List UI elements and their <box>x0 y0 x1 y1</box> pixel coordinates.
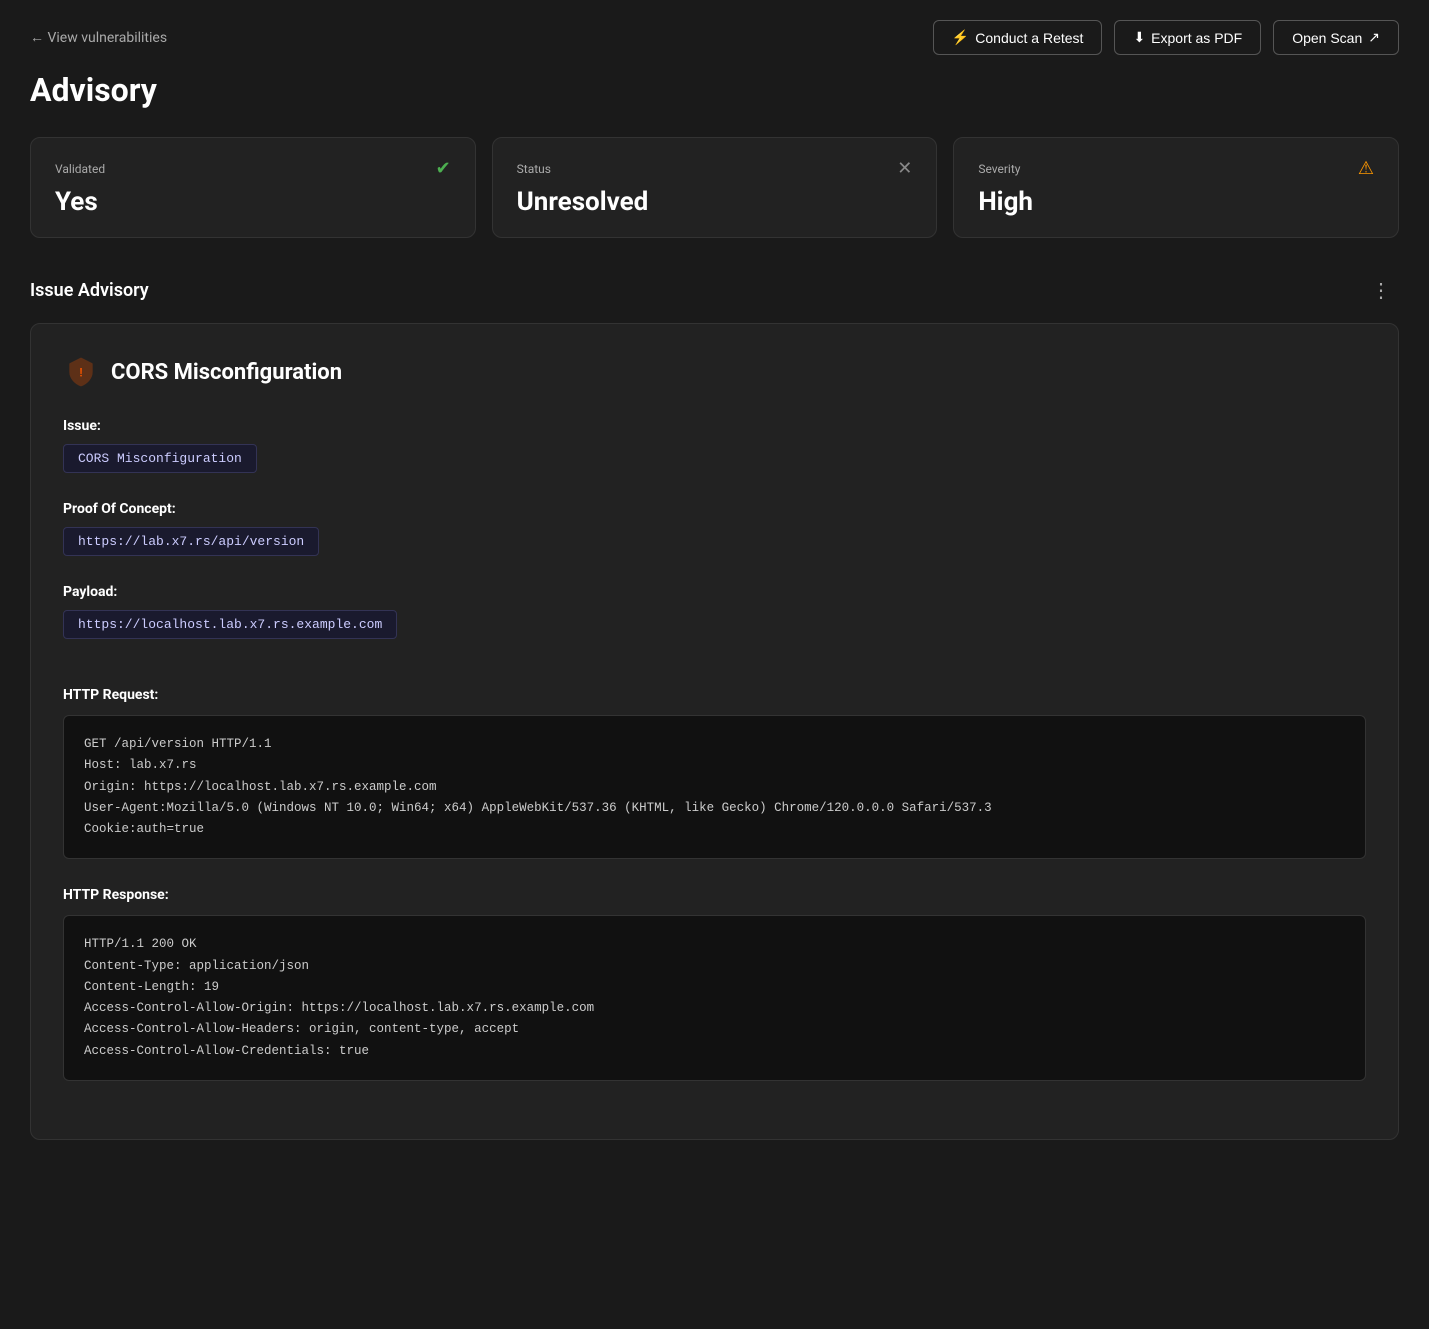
issue-value: CORS Misconfiguration <box>63 444 257 473</box>
open-scan-button[interactable]: Open Scan ↗ <box>1273 20 1399 55</box>
status-card: Status ✕ Unresolved <box>492 137 938 238</box>
http-response-label: HTTP Response: <box>63 887 1366 903</box>
http-request-label: HTTP Request: <box>63 687 1366 703</box>
validated-value: Yes <box>55 187 451 217</box>
issue-advisory-title: Issue Advisory <box>30 280 149 301</box>
validated-label: Validated ✔ <box>55 158 451 179</box>
status-icon: ✕ <box>897 158 912 179</box>
status-value: Unresolved <box>517 187 913 217</box>
severity-icon: ⚠ <box>1358 158 1374 179</box>
severity-value: High <box>978 187 1374 217</box>
http-request-section: HTTP Request: GET /api/version HTTP/1.1 … <box>63 687 1366 859</box>
poc-section: Proof Of Concept: https://lab.x7.rs/api/… <box>63 501 1366 556</box>
http-request-content: GET /api/version HTTP/1.1 Host: lab.x7.r… <box>63 715 1366 859</box>
shield-icon: ! <box>63 354 99 390</box>
open-scan-icon: ↗ <box>1368 29 1380 46</box>
advisory-panel: ! CORS Misconfiguration Issue: CORS Misc… <box>30 323 1399 1140</box>
poc-label: Proof Of Concept: <box>63 501 1366 517</box>
validated-card: Validated ✔ Yes <box>30 137 476 238</box>
page-title: Advisory <box>30 71 1399 109</box>
http-response-section: HTTP Response: HTTP/1.1 200 OK Content-T… <box>63 887 1366 1081</box>
poc-value: https://lab.x7.rs/api/version <box>63 527 319 556</box>
retest-label: Conduct a Retest <box>975 30 1083 46</box>
issue-label: Issue: <box>63 418 1366 434</box>
issue-section: Issue: CORS Misconfiguration <box>63 418 1366 473</box>
advisory-main-title: CORS Misconfiguration <box>111 360 342 385</box>
payload-value: https://localhost.lab.x7.rs.example.com <box>63 610 397 639</box>
advisory-title-row: ! CORS Misconfiguration <box>63 354 1366 390</box>
validated-icon: ✔ <box>436 158 451 179</box>
cards-row: Validated ✔ Yes Status ✕ Unresolved Seve… <box>30 137 1399 238</box>
status-label: Status ✕ <box>517 158 913 179</box>
top-bar: ← View vulnerabilities ⚡ Conduct a Retes… <box>30 20 1399 55</box>
retest-icon: ⚡ <box>952 29 969 46</box>
svg-text:!: ! <box>79 366 82 380</box>
more-options-button[interactable]: ⋮ <box>1363 274 1399 307</box>
top-actions: ⚡ Conduct a Retest ⬇ Export as PDF Open … <box>933 20 1399 55</box>
severity-label: Severity ⚠ <box>978 158 1374 179</box>
severity-card: Severity ⚠ High <box>953 137 1399 238</box>
export-icon: ⬇ <box>1133 29 1145 46</box>
http-response-content: HTTP/1.1 200 OK Content-Type: applicatio… <box>63 915 1366 1081</box>
retest-button[interactable]: ⚡ Conduct a Retest <box>933 20 1103 55</box>
issue-advisory-header: Issue Advisory ⋮ <box>30 274 1399 307</box>
payload-section: Payload: https://localhost.lab.x7.rs.exa… <box>63 584 1366 639</box>
payload-label: Payload: <box>63 584 1366 600</box>
export-pdf-button[interactable]: ⬇ Export as PDF <box>1114 20 1261 55</box>
open-scan-label: Open Scan <box>1292 30 1362 46</box>
back-link[interactable]: ← View vulnerabilities <box>30 29 167 46</box>
export-label: Export as PDF <box>1151 30 1242 46</box>
